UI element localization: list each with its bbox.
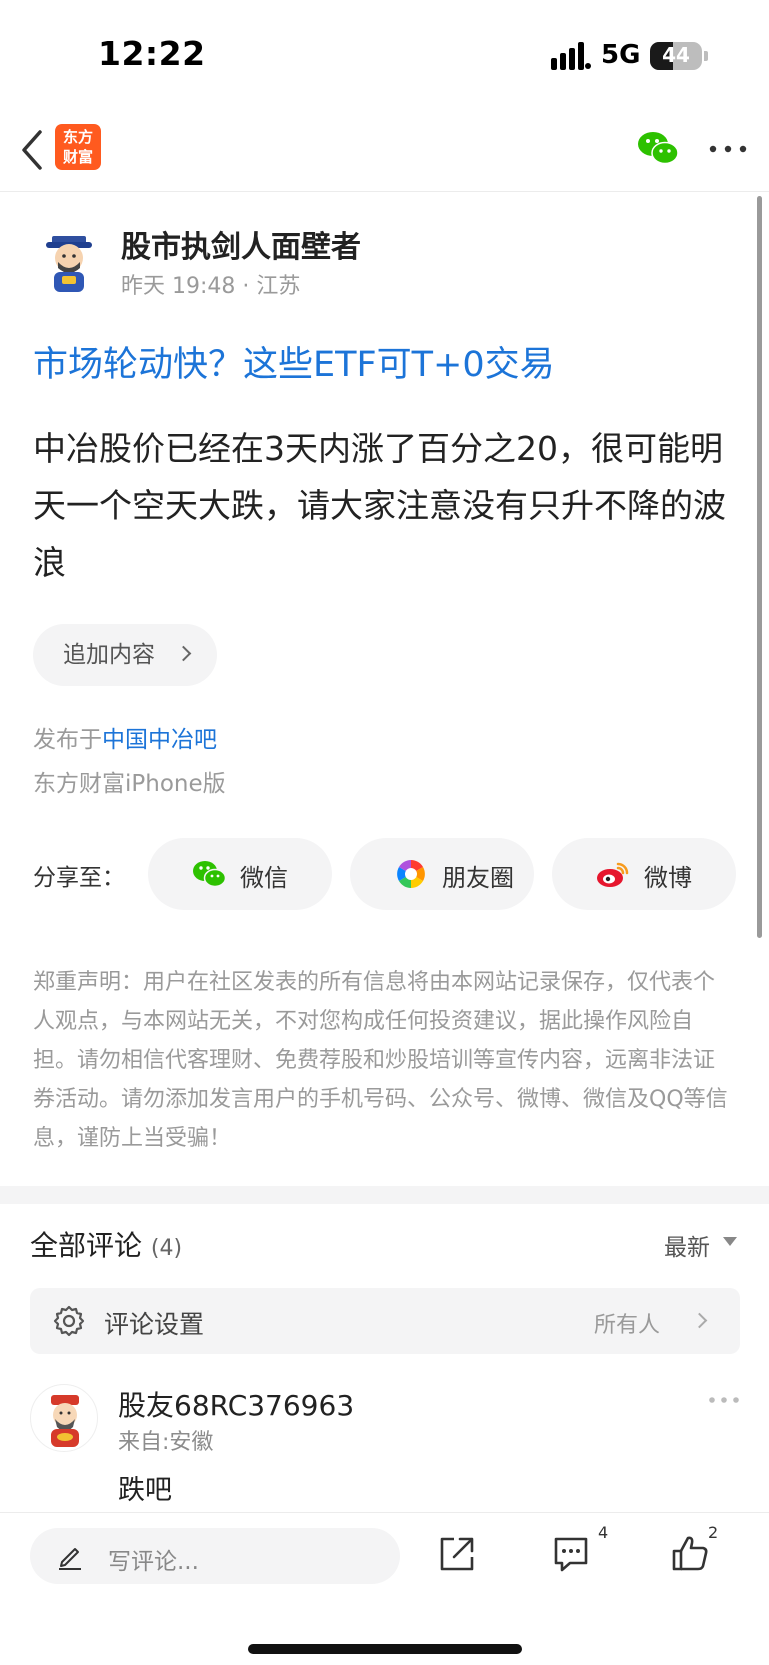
post-body: 中冶股价已经在3天内涨了百分之20，很可能明天一个空天大跌，请大家注意没有只升不… [33,429,726,582]
share-weibo-label: 微博 [644,864,692,892]
moments-icon [397,860,425,888]
comment-settings-label: 评论设置 [104,1310,205,1339]
comment-settings-value: 所有人 [594,1313,661,1338]
chevron-right-icon [175,645,192,662]
caret-down-icon[interactable] [723,1237,737,1246]
logo-text-line2: 财富 [62,148,93,166]
network-type: 5G [601,40,641,70]
sort-select[interactable]: 最新 [664,1228,710,1262]
like-button[interactable] [670,1533,710,1573]
section-divider [0,1186,769,1204]
post-client: 东方财富iPhone版 [33,771,226,797]
wechat-icon [193,861,226,888]
share-button[interactable] [438,1535,476,1573]
post-title-link[interactable]: 市场轮动快？这些ETF可T+0交易 [33,336,555,387]
bottom-action-bar: 写评论... 4 2 [0,1512,769,1665]
commenter-location: 来自:安徽 [118,1430,214,1455]
published-prefix: 发布于 [33,727,102,753]
commenter-name[interactable]: 股友68RC376963 [118,1384,354,1424]
share-weibo-button[interactable]: 微博 [552,838,736,910]
share-wechat-label: 微信 [240,864,288,892]
nav-bar: 东方 财富 [0,110,769,192]
back-button[interactable] [16,128,48,172]
weibo-icon [597,862,629,887]
signal-icon [551,42,591,70]
post-meta: 昨天 19:48 · 江苏 [121,274,301,299]
logo-text-line1: 东方 [62,128,93,146]
more-options-button[interactable] [708,144,748,154]
comment-more-button[interactable] [708,1396,740,1404]
wechat-share-button[interactable] [636,128,680,168]
share-label: 分享至： [33,865,125,891]
author-avatar[interactable] [36,228,102,294]
fortune-god-avatar-icon [51,1395,79,1447]
comments-count: (4) [150,1236,183,1261]
battery-tip [704,51,708,61]
home-indicator[interactable] [248,1644,522,1654]
scrollbar-thumb[interactable] [757,196,762,938]
battery-indicator: 44 [650,42,702,70]
comments-title-label: 全部评论 [30,1229,143,1262]
comments-title: 全部评论 (4) [30,1224,182,1264]
comment-button[interactable] [552,1535,590,1573]
commenter-avatar[interactable] [30,1384,98,1452]
disclaimer-text: 郑重声明：用户在社区发表的所有信息将由本网站记录保存，仅代表个人观点，与本网站无… [33,970,728,1151]
app-logo[interactable]: 东方 财富 [55,124,101,170]
gear-icon [53,1305,85,1337]
board-link[interactable]: 中国中冶吧 [102,727,217,753]
chevron-right-icon [691,1312,708,1329]
comment-input-placeholder: 写评论... [108,1549,199,1575]
comment-input[interactable]: 写评论... [30,1528,400,1584]
battery-level: 44 [662,43,690,67]
comment-settings-row[interactable]: 评论设置 所有人 [30,1288,740,1354]
comment-count-badge: 4 [598,1523,609,1542]
comment-text: 跌吧 [118,1475,172,1506]
status-time: 12:22 [98,34,206,73]
author-name[interactable]: 股市执剑人面壁者 [121,222,361,266]
add-content-button[interactable]: 追加内容 [33,624,217,686]
pencil-icon [59,1548,81,1570]
published-in: 发布于中国中冶吧 [33,720,217,754]
share-moments-button[interactable]: 朋友圈 [350,838,534,910]
like-count-badge: 2 [708,1523,719,1542]
share-moments-label: 朋友圈 [442,864,514,892]
share-wechat-button[interactable]: 微信 [148,838,332,910]
add-content-label: 追加内容 [63,642,155,668]
